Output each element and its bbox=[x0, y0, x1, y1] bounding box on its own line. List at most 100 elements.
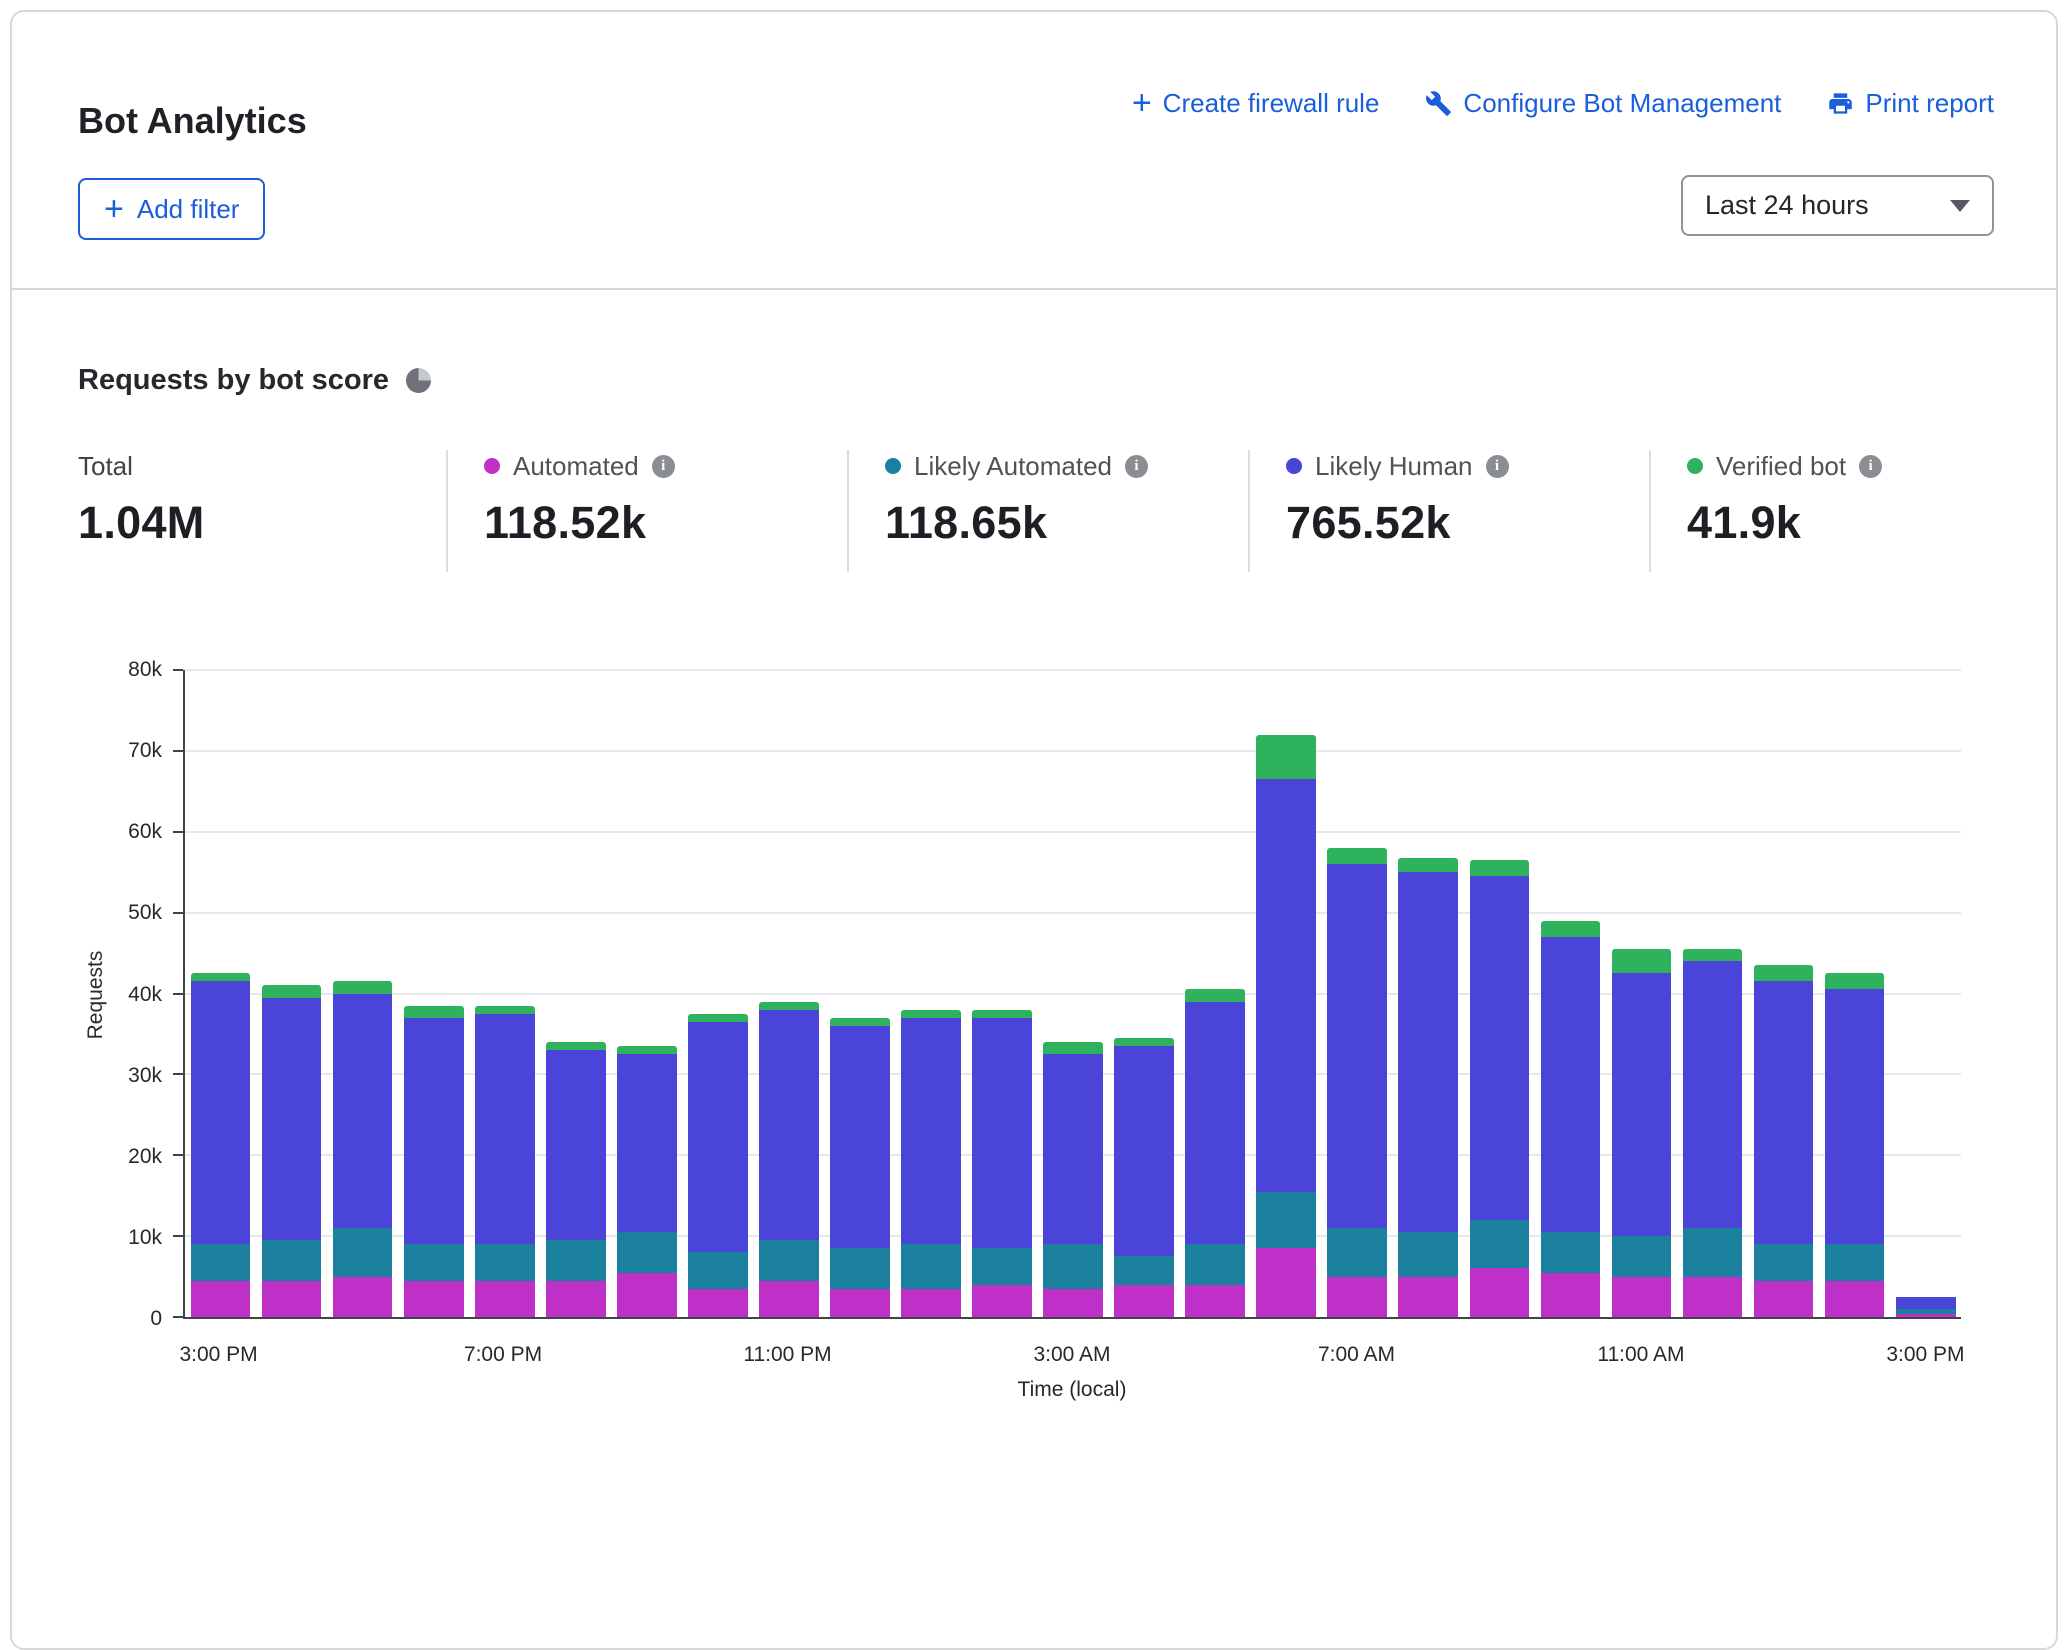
segment-likely-automated bbox=[1683, 1228, 1743, 1277]
segment-automated bbox=[1825, 1281, 1885, 1317]
bar-0[interactable] bbox=[185, 670, 256, 1317]
action-label: Print report bbox=[1865, 88, 1994, 119]
segment-likely-automated bbox=[1612, 1236, 1672, 1276]
info-icon[interactable] bbox=[652, 455, 675, 478]
segment-likely-human bbox=[404, 1018, 464, 1244]
add-filter-button[interactable]: Add filter bbox=[78, 178, 265, 240]
segment-likely-human bbox=[1825, 989, 1885, 1244]
segment-likely-human bbox=[688, 1022, 748, 1252]
pie-chart-icon bbox=[406, 368, 431, 393]
segment-automated bbox=[475, 1281, 535, 1317]
bar-9[interactable] bbox=[824, 670, 895, 1317]
y-tick-label: 60k bbox=[128, 820, 162, 844]
bar-22[interactable] bbox=[1748, 670, 1819, 1317]
segment-likely-automated bbox=[617, 1232, 677, 1272]
add-filter-label: Add filter bbox=[137, 194, 240, 225]
bar-17[interactable] bbox=[1393, 670, 1464, 1317]
bar-13[interactable] bbox=[1109, 670, 1180, 1317]
segment-likely-automated bbox=[191, 1244, 251, 1280]
bar-11[interactable] bbox=[967, 670, 1038, 1317]
bar-10[interactable] bbox=[895, 670, 966, 1317]
stat-value: 765.52k bbox=[1286, 497, 1649, 549]
section-title: Requests by bot score bbox=[78, 364, 389, 397]
segment-automated bbox=[333, 1277, 393, 1317]
bar-4[interactable] bbox=[469, 670, 540, 1317]
segment-verified-bot bbox=[617, 1046, 677, 1054]
bar-24[interactable] bbox=[1890, 670, 1961, 1317]
segment-likely-human bbox=[333, 994, 393, 1229]
stat-value: 118.52k bbox=[484, 497, 847, 549]
segment-automated bbox=[1185, 1285, 1245, 1317]
segment-automated bbox=[1612, 1277, 1672, 1317]
segment-verified-bot bbox=[1043, 1042, 1103, 1054]
stat-value: 118.65k bbox=[885, 497, 1248, 549]
segment-likely-automated bbox=[1825, 1244, 1885, 1280]
bar-14[interactable] bbox=[1180, 670, 1251, 1317]
x-axis-title: Time (local) bbox=[1018, 1378, 1127, 1402]
stat-verified-bot: Verified bot 41.9k bbox=[1649, 450, 2009, 572]
y-axis-tick bbox=[173, 1316, 183, 1318]
bar-2[interactable] bbox=[327, 670, 398, 1317]
segment-verified-bot bbox=[333, 981, 393, 993]
bar-21[interactable] bbox=[1677, 670, 1748, 1317]
bar-3[interactable] bbox=[398, 670, 469, 1317]
bar-7[interactable] bbox=[682, 670, 753, 1317]
segment-automated bbox=[1683, 1277, 1743, 1317]
segment-automated bbox=[1256, 1248, 1316, 1317]
x-tick-label: 3:00 PM bbox=[1886, 1343, 1964, 1367]
likely-human-legend-dot bbox=[1286, 458, 1302, 474]
x-tick-label: 7:00 AM bbox=[1318, 1343, 1395, 1367]
bar-19[interactable] bbox=[1535, 670, 1606, 1317]
segment-verified-bot bbox=[1185, 989, 1245, 1001]
y-tick-label: 40k bbox=[128, 983, 162, 1007]
header-divider bbox=[12, 288, 2056, 290]
segment-likely-automated bbox=[1185, 1244, 1245, 1284]
action-label: Configure Bot Management bbox=[1463, 88, 1781, 119]
y-tick-label: 20k bbox=[128, 1145, 162, 1169]
segment-likely-human bbox=[1683, 961, 1743, 1228]
segment-verified-bot bbox=[972, 1010, 1032, 1018]
segment-automated bbox=[1754, 1281, 1814, 1317]
segment-likely-automated bbox=[1754, 1244, 1814, 1280]
segment-verified-bot bbox=[1541, 921, 1601, 937]
segment-likely-human bbox=[1398, 872, 1458, 1232]
segment-automated bbox=[688, 1289, 748, 1317]
bar-5[interactable] bbox=[540, 670, 611, 1317]
segment-automated bbox=[546, 1281, 606, 1317]
bar-15[interactable] bbox=[1251, 670, 1322, 1317]
create-firewall-rule-link[interactable]: Create firewall rule bbox=[1132, 88, 1380, 119]
bar-12[interactable] bbox=[1038, 670, 1109, 1317]
y-tick-label: 10k bbox=[128, 1226, 162, 1250]
info-icon[interactable] bbox=[1486, 455, 1509, 478]
y-axis-tick-labels: 010k20k30k40k50k60k70k80k bbox=[12, 670, 162, 1319]
x-tick-label: 3:00 AM bbox=[1033, 1343, 1110, 1367]
print-report-link[interactable]: Print report bbox=[1827, 88, 1994, 119]
segment-verified-bot bbox=[901, 1010, 961, 1018]
header-actions: Create firewall rule Configure Bot Manag… bbox=[1132, 88, 1994, 119]
segment-likely-human bbox=[1612, 973, 1672, 1236]
bar-20[interactable] bbox=[1606, 670, 1677, 1317]
segment-likely-automated bbox=[404, 1244, 464, 1280]
bar-23[interactable] bbox=[1819, 670, 1890, 1317]
y-axis-tick bbox=[173, 993, 183, 995]
segment-likely-automated bbox=[688, 1252, 748, 1288]
section-title-row: Requests by bot score bbox=[78, 364, 431, 397]
segment-automated bbox=[759, 1281, 819, 1317]
bar-18[interactable] bbox=[1464, 670, 1535, 1317]
segment-likely-human bbox=[1470, 876, 1530, 1220]
segment-likely-human bbox=[1754, 981, 1814, 1244]
bar-6[interactable] bbox=[611, 670, 682, 1317]
segment-likely-automated bbox=[333, 1228, 393, 1277]
configure-bot-management-link[interactable]: Configure Bot Management bbox=[1425, 88, 1781, 119]
segment-automated bbox=[1470, 1268, 1530, 1317]
time-range-select[interactable]: Last 24 hours bbox=[1681, 175, 1994, 236]
y-axis-tick bbox=[173, 750, 183, 752]
info-icon[interactable] bbox=[1125, 455, 1148, 478]
action-label: Create firewall rule bbox=[1163, 88, 1380, 119]
bar-16[interactable] bbox=[1322, 670, 1393, 1317]
bar-1[interactable] bbox=[256, 670, 327, 1317]
segment-automated bbox=[1896, 1314, 1956, 1317]
bar-8[interactable] bbox=[753, 670, 824, 1317]
info-icon[interactable] bbox=[1859, 455, 1882, 478]
plus-icon bbox=[104, 194, 124, 225]
